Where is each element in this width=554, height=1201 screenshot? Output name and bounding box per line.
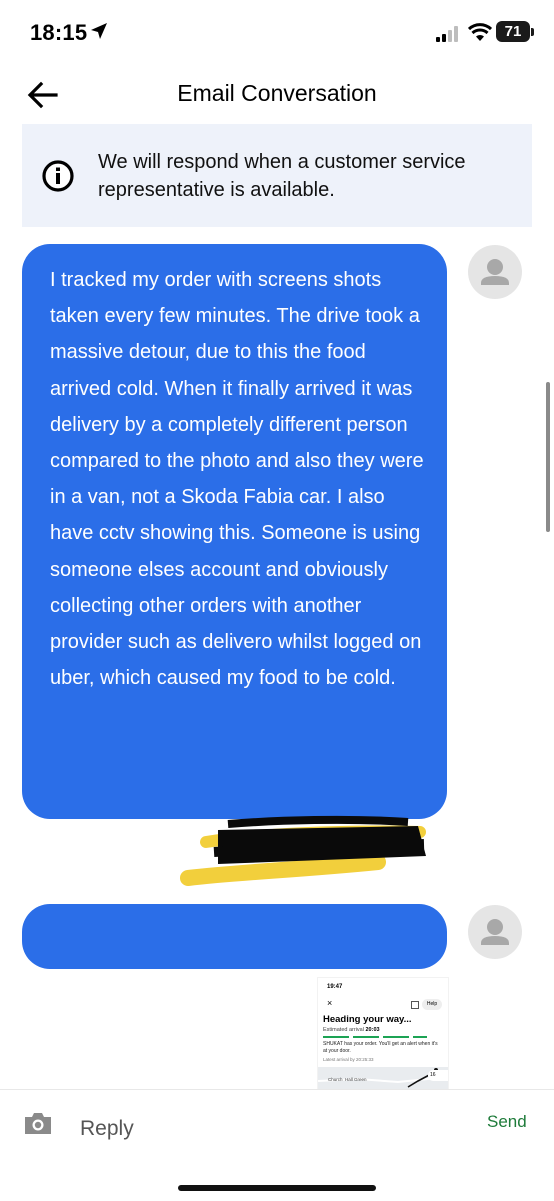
eta-value: 20:03 [365,1027,380,1033]
user-placeholder-icon [481,259,509,285]
avatar [468,905,522,959]
page-title: Email Conversation [177,80,377,106]
message-bubble [22,904,447,969]
home-indicator[interactable] [178,1185,376,1191]
message-bubble: I tracked my order with screens shots ta… [22,244,447,819]
battery-indicator: 71 [496,21,530,42]
message-text: I tracked my order with screens shots ta… [50,269,424,690]
send-button[interactable]: Send [487,1112,527,1132]
battery-tip [531,28,534,36]
attachment-latest: Latest arrival by 20:25:33 [323,1057,374,1062]
attachment-body: SHUKAT has your order. You'll get an ale… [323,1041,438,1054]
attachment-eta: Estimated arrival 20:03 [323,1027,380,1033]
header: Email Conversation [0,62,554,124]
reply-input[interactable] [80,1112,440,1146]
user-placeholder-icon [481,919,509,945]
redaction-scribble [180,815,426,886]
attachment-time: 19:47 [327,984,343,990]
share-icon [411,1001,419,1009]
attachment-close-label: × [327,998,333,1008]
attachment-progress [323,1036,443,1038]
status-time: 18:15 [30,20,88,45]
scrollbar[interactable] [546,382,550,532]
attachment-map-label: Church Hall Green [328,1077,367,1082]
status-bar: 18:15 71 [0,0,554,62]
info-banner: We will respond when a customer service … [22,124,532,227]
camera-icon[interactable] [23,1110,53,1141]
location-arrow-icon [90,22,108,45]
eta-label: Estimated arrival [323,1027,364,1033]
wifi-icon [467,22,493,47]
cellular-signal-icon [436,26,462,47]
attachment-thumbnail[interactable]: 19:47 × Help Heading your way... Estimat… [317,977,449,1090]
attachment-help: Help [422,999,442,1010]
avatar [468,245,522,299]
info-icon [41,159,75,198]
banner-text: We will respond when a customer service … [98,151,466,201]
attachment-map-pill: 16 [428,1070,448,1081]
attachment-heading: Heading your way... [323,1014,412,1025]
